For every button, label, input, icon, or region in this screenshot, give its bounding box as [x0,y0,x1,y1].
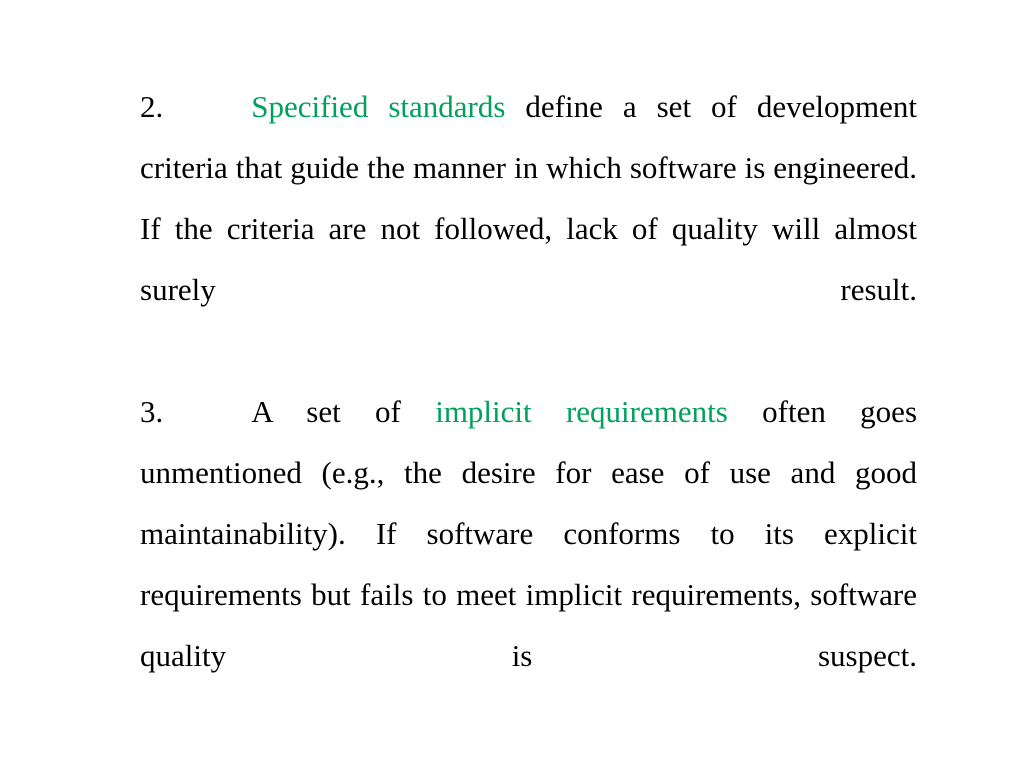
list-number-2: 2. [140,89,164,124]
list-item-2: 2. Specified standards define a set of de… [140,76,917,381]
list-number-3: 3. [140,394,164,429]
list-item-3-lead: A set of [251,394,436,429]
slide-canvas: 2. Specified standards define a set of de… [0,0,1024,768]
list-item-3-body: often goes unmentioned (e.g., the desire… [140,394,918,673]
highlight-implicit-requirements: implicit requirements [435,394,728,429]
highlight-specified-standards: Specified standards [251,89,506,124]
slide-body-text: 2. Specified standards define a set of de… [140,76,917,747]
list-item-3: 3. A set of implicit requirements often g… [140,381,917,747]
